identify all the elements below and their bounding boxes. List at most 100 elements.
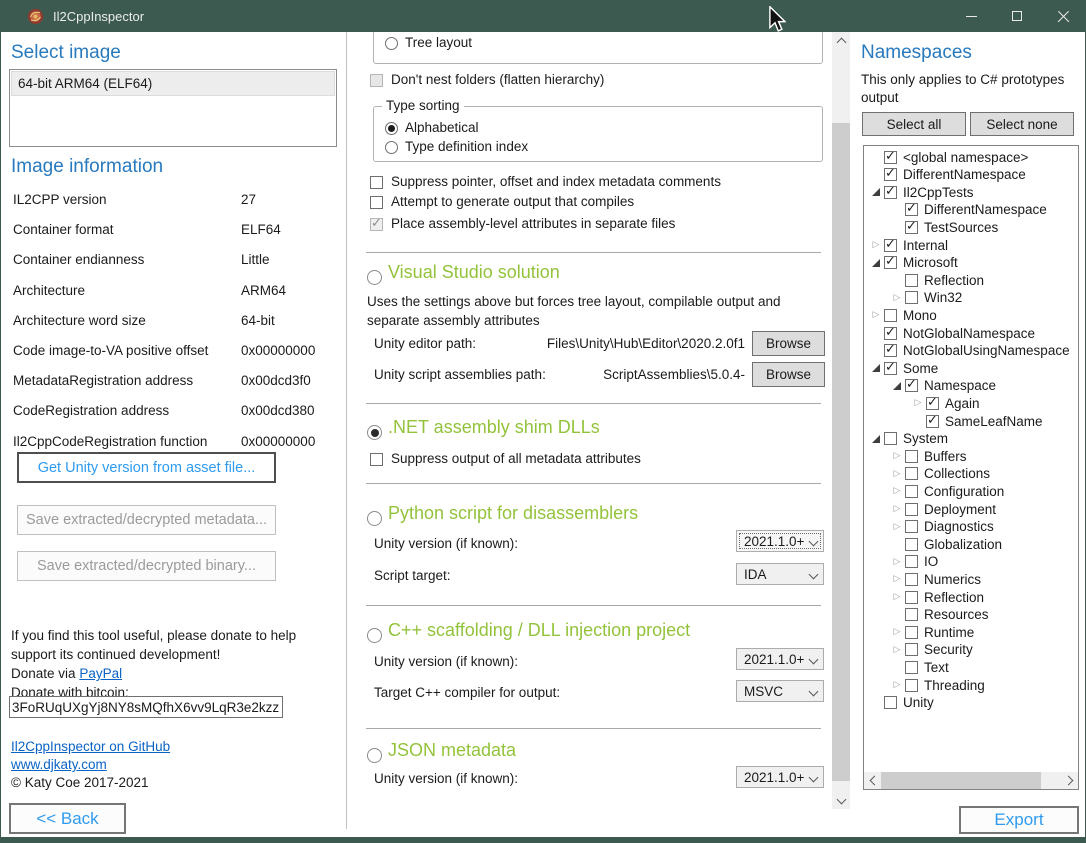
suppress-metadata-attrs-checkbox[interactable]: [370, 453, 383, 466]
namespace-checkbox[interactable]: [884, 696, 897, 709]
namespace-tree-item[interactable]: Namespace: [889, 377, 996, 395]
namespace-tree-item[interactable]: Configuration: [889, 482, 1004, 500]
namespace-checkbox[interactable]: [884, 151, 897, 164]
namespace-checkbox[interactable]: [905, 643, 918, 656]
expand-icon[interactable]: [889, 469, 905, 479]
namespace-tree-item[interactable]: System: [868, 430, 948, 448]
namespace-checkbox[interactable]: [905, 485, 918, 498]
namespaces-tree[interactable]: <global namespace>DifferentNamespaceIl2C…: [863, 145, 1079, 790]
namespace-tree-item[interactable]: Internal: [868, 236, 948, 254]
cpp-unity-version-dropdown[interactable]: 2021.1.0+: [736, 648, 824, 670]
namespace-tree-item[interactable]: Text: [889, 658, 949, 676]
script-assemblies-path-input[interactable]: -5.0.4\ScriptAssemblies: [535, 367, 745, 382]
bitcoin-address-input[interactable]: [9, 696, 283, 718]
expand-icon[interactable]: [889, 574, 905, 584]
save-metadata-button[interactable]: Save extracted/decrypted metadata...: [17, 505, 276, 535]
namespace-tree-item[interactable]: Mono: [868, 306, 937, 324]
namespace-checkbox[interactable]: [905, 203, 918, 216]
compilable-output-checkbox[interactable]: [370, 196, 383, 209]
namespace-checkbox[interactable]: [884, 239, 897, 252]
suppress-comments-checkbox[interactable]: [370, 176, 383, 189]
namespace-tree-item[interactable]: <global namespace>: [868, 148, 1028, 166]
sort-alphabetical-radio[interactable]: [385, 122, 398, 135]
flatten-hierarchy-checkbox[interactable]: [370, 74, 383, 87]
expand-icon[interactable]: [889, 451, 905, 461]
expand-icon[interactable]: [889, 557, 905, 567]
back-button[interactable]: << Back: [9, 803, 126, 834]
namespace-checkbox[interactable]: [884, 344, 897, 357]
namespace-checkbox[interactable]: [926, 415, 939, 428]
close-button[interactable]: [1040, 0, 1086, 32]
paypal-link[interactable]: PayPal: [79, 666, 122, 681]
namespace-tree-item[interactable]: Unity: [868, 694, 934, 712]
python-unity-version-dropdown[interactable]: 2021.1.0+: [736, 530, 824, 552]
tree-horizontal-scrollbar[interactable]: [864, 772, 1078, 789]
namespace-checkbox[interactable]: [884, 327, 897, 340]
namespace-checkbox[interactable]: [884, 309, 897, 322]
namespace-checkbox[interactable]: [905, 608, 918, 621]
select-none-button[interactable]: Select none: [970, 112, 1074, 136]
namespace-tree-item[interactable]: Diagnostics: [889, 518, 994, 536]
namespace-checkbox[interactable]: [884, 256, 897, 269]
namespace-tree-item[interactable]: Microsoft: [868, 254, 958, 272]
namespace-tree-item[interactable]: Security: [889, 641, 973, 659]
scroll-up-button[interactable]: [832, 32, 850, 49]
scroll-down-button[interactable]: [832, 792, 850, 809]
namespace-tree-item[interactable]: SameLeafName: [910, 412, 1043, 430]
scroll-left-button[interactable]: [864, 772, 881, 789]
expand-icon[interactable]: [889, 627, 905, 637]
options-scrollbar[interactable]: [832, 32, 850, 809]
namespace-tree-item[interactable]: Deployment: [889, 500, 996, 518]
save-binary-button[interactable]: Save extracted/decrypted binary...: [17, 551, 276, 581]
get-unity-version-button[interactable]: Get Unity version from asset file...: [17, 452, 276, 483]
namespace-checkbox[interactable]: [905, 503, 918, 516]
namespace-tree-item[interactable]: IO: [889, 553, 938, 571]
browse-editor-path-button[interactable]: Browse: [752, 331, 825, 356]
cpp-compiler-dropdown[interactable]: MSVC: [736, 680, 824, 702]
namespace-tree-item[interactable]: Globalization: [889, 535, 1002, 553]
namespace-checkbox[interactable]: [905, 221, 918, 234]
expand-icon[interactable]: [889, 645, 905, 655]
namespace-tree-item[interactable]: Win32: [889, 289, 962, 307]
expand-icon[interactable]: [868, 310, 884, 320]
image-list-item[interactable]: 64-bit ARM64 (ELF64): [11, 71, 335, 96]
minimize-button[interactable]: [948, 0, 994, 32]
namespace-tree-item[interactable]: Reflection: [889, 271, 984, 289]
scrollbar-thumb[interactable]: [832, 123, 850, 781]
scroll-right-button[interactable]: [1061, 772, 1078, 789]
expand-icon[interactable]: [868, 240, 884, 250]
sort-typedef-radio[interactable]: [385, 141, 398, 154]
namespace-checkbox[interactable]: [905, 591, 918, 604]
namespace-checkbox[interactable]: [905, 520, 918, 533]
json-unity-version-dropdown[interactable]: 2021.1.0+: [736, 766, 824, 788]
namespace-tree-item[interactable]: DifferentNamespace: [868, 166, 1026, 184]
expand-icon[interactable]: [889, 522, 905, 532]
browse-assemblies-path-button[interactable]: Browse: [752, 362, 825, 387]
namespace-checkbox[interactable]: [905, 450, 918, 463]
image-listbox[interactable]: 64-bit ARM64 (ELF64): [9, 69, 337, 147]
namespace-checkbox[interactable]: [905, 626, 918, 639]
scrollbar-thumb[interactable]: [881, 772, 1041, 789]
namespace-tree-item[interactable]: Threading: [889, 676, 985, 694]
collapse-icon[interactable]: [868, 259, 884, 267]
namespace-checkbox[interactable]: [905, 538, 918, 551]
namespace-checkbox[interactable]: [905, 291, 918, 304]
cpp-scaffolding-radio[interactable]: [367, 628, 382, 643]
namespace-checkbox[interactable]: [905, 661, 918, 674]
expand-icon[interactable]: [910, 398, 926, 408]
namespace-tree-item[interactable]: Buffers: [889, 447, 967, 465]
namespace-checkbox[interactable]: [905, 379, 918, 392]
collapse-icon[interactable]: [868, 364, 884, 372]
namespace-tree-item[interactable]: TestSources: [889, 218, 998, 236]
namespace-tree-item[interactable]: DifferentNamespace: [889, 201, 1047, 219]
namespace-checkbox[interactable]: [905, 467, 918, 480]
namespace-checkbox[interactable]: [905, 555, 918, 568]
json-metadata-radio[interactable]: [367, 748, 382, 763]
separate-attributes-checkbox[interactable]: [370, 218, 383, 231]
namespace-tree-item[interactable]: Runtime: [889, 623, 974, 641]
expand-icon[interactable]: [889, 504, 905, 514]
script-target-dropdown[interactable]: IDA: [736, 563, 824, 585]
expand-icon[interactable]: [889, 486, 905, 496]
shim-dlls-radio[interactable]: [367, 425, 382, 440]
namespace-checkbox[interactable]: [884, 186, 897, 199]
